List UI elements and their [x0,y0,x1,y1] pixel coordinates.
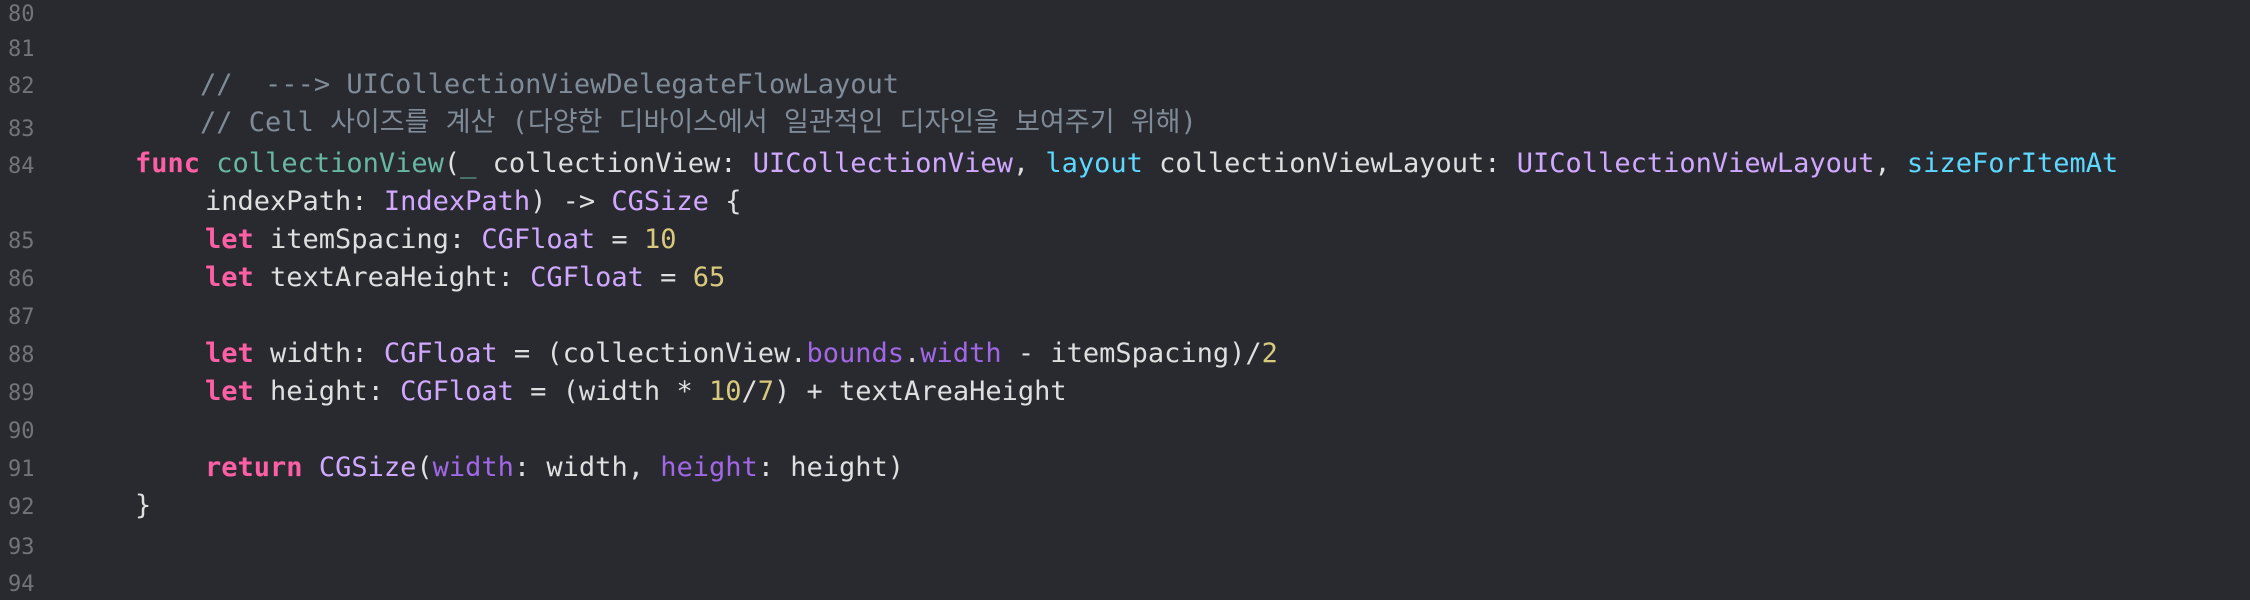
keyword: let [205,262,254,293]
argument-label: height [660,452,758,483]
line-number: 84 [8,154,35,179]
function-name: collectionView [216,148,444,179]
argument-label: width [432,452,514,483]
type-name: CGFloat [481,224,596,255]
code-token: . [904,338,921,369]
code-token: ) + textAreaHeight [774,376,1067,407]
line-number: 83 [8,117,35,142]
line-number: 85 [8,229,35,254]
code-token: : height) [757,452,905,483]
type-name: UICollectionViewLayout [1516,148,1875,179]
type-name: IndexPath [383,186,531,217]
property-name: bounds [806,338,905,369]
code-line[interactable]: return CGSize(width: width, height: heig… [205,449,904,487]
code-line[interactable]: let itemSpacing: CGFloat = 10 [205,221,676,259]
code-token: = [643,262,693,293]
line-number: 90 [8,419,35,444]
line-number: 93 [8,535,35,560]
code-token: = [595,224,644,255]
code-token: = (collectionView. [497,338,807,369]
code-token: _ [460,148,477,179]
property-name: width [920,338,1002,369]
keyword: return [205,452,303,483]
code-token: { [708,186,742,217]
code-token: / [741,376,758,407]
code-line[interactable]: let height: CGFloat = (width * 10/7) + t… [205,373,1067,411]
line-number: 89 [8,381,35,406]
number-literal: 10 [643,224,677,255]
code-token: ) -> [530,186,612,217]
line-number: 92 [8,495,35,520]
argument-label: layout [1045,148,1143,179]
number-literal: 10 [708,376,742,407]
line-number: 94 [8,572,35,597]
line-number: 81 [8,37,35,62]
code-line[interactable]: let textAreaHeight: CGFloat = 65 [205,259,725,297]
code-token: collectionViewLayout: [1142,148,1517,179]
type-name: CGSize [318,452,417,483]
code-token: , [1012,148,1046,179]
code-editor[interactable]: 80 81 82 83 84 85 86 87 88 89 90 91 92 9… [0,0,2250,597]
type-name: CGSize [611,186,709,217]
keyword: func [135,148,201,179]
code-line[interactable]: func collectionView(_ collectionView: UI… [135,145,2118,183]
line-number: 87 [8,305,35,330]
code-token: ( [416,452,433,483]
code-token: width: [253,338,384,369]
code-token: ( [443,148,461,179]
keyword: let [205,338,254,369]
number-literal: 7 [757,376,775,407]
line-number: 88 [8,343,35,368]
code-token: indexPath: [205,186,384,217]
keyword: let [205,224,254,255]
code-token: - itemSpacing)/ [1001,338,1262,369]
code-token: : width, [513,452,661,483]
code-line-continuation[interactable]: indexPath: IndexPath) -> CGSize { [205,183,741,221]
code-token: collectionView: [476,148,753,179]
code-token: textAreaHeight: [253,262,531,293]
line-number: 82 [8,74,35,99]
closing-brace: } [135,490,152,521]
line-number: 86 [8,267,35,292]
code-token: height: [253,376,401,407]
code-token: , [1874,148,1907,179]
type-name: UICollectionView [752,148,1013,179]
type-name: CGFloat [383,338,498,369]
code-line[interactable]: } [135,487,151,525]
keyword: let [205,376,254,407]
code-token: = (width * [513,376,709,407]
line-number: 91 [8,457,35,482]
code-line[interactable]: let width: CGFloat = (collectionView.bou… [205,335,1278,373]
line-number: 80 [8,2,35,27]
comment: // Cell 사이즈를 계산 (다양한 디바이스에서 일관적인 디자인을 보여… [200,107,1197,138]
number-literal: 65 [692,262,726,293]
type-name: CGFloat [530,262,644,293]
code-token: itemSpacing: [253,224,482,255]
number-literal: 2 [1261,338,1278,369]
type-name: CGFloat [400,376,514,407]
argument-label: sizeForItemAt [1906,148,2119,179]
